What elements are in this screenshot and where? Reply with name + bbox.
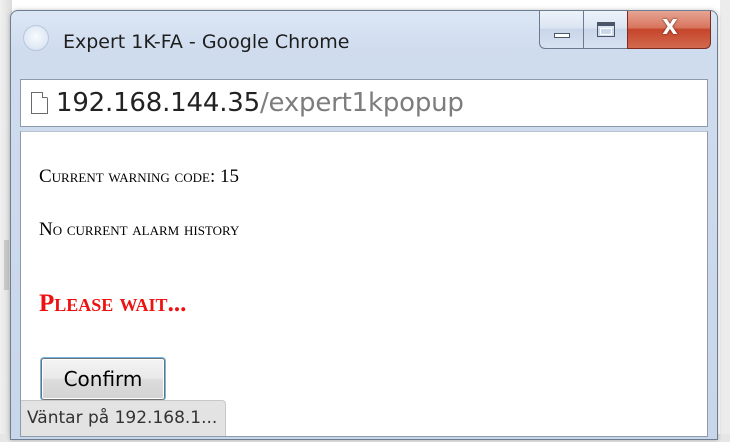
address-bar[interactable]: 192.168.144.35/expert1kpopup xyxy=(20,79,708,127)
maximize-icon xyxy=(597,22,615,37)
please-wait-text: Please wait... xyxy=(39,290,187,317)
maximize-button[interactable] xyxy=(583,11,627,49)
url-host: 192.168.144.35 xyxy=(56,88,260,118)
status-bubble: Väntar på 192.168.1... xyxy=(21,400,227,436)
warning-code-text: Current warning code: 15 xyxy=(39,166,239,187)
screen: Expert 1K-FA - Google Chrome X 192.168.1… xyxy=(0,0,730,442)
background-window-edge-right xyxy=(720,0,730,442)
page-content: Current warning code: 15 No current alar… xyxy=(20,131,708,437)
confirm-button[interactable]: Confirm xyxy=(41,358,165,400)
title-bar[interactable]: Expert 1K-FA - Google Chrome X xyxy=(11,11,717,77)
alarm-history-text: No current alarm history xyxy=(39,219,240,240)
url[interactable]: 192.168.144.35/expert1kpopup xyxy=(56,88,464,118)
close-icon: X xyxy=(662,15,678,39)
url-path: /expert1kpopup xyxy=(259,88,464,118)
popup-window: Expert 1K-FA - Google Chrome X 192.168.1… xyxy=(10,10,718,440)
minimize-icon xyxy=(554,33,570,38)
page-icon xyxy=(31,92,48,114)
minimize-button[interactable] xyxy=(539,11,583,49)
chrome-app-icon[interactable] xyxy=(23,25,49,51)
window-title: Expert 1K-FA - Google Chrome xyxy=(63,31,350,53)
caption-buttons: X xyxy=(539,11,711,49)
close-button[interactable]: X xyxy=(627,11,711,49)
